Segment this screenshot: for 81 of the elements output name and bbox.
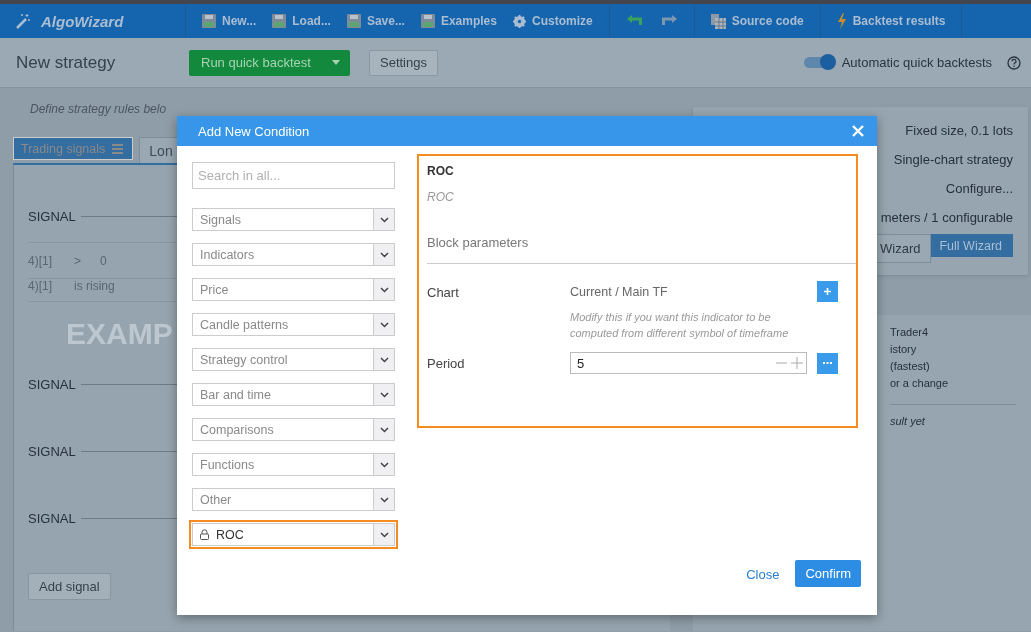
lightning-icon [836,13,847,29]
category-dropdown[interactable]: Strategy control [192,348,395,371]
lock-icon [200,529,209,540]
chevron-down-icon [379,216,389,223]
info-text: Trader4 [890,326,930,340]
info-text: (fastest) [890,360,931,374]
chevron-down-icon [379,356,389,363]
chevron-down-icon [379,286,389,293]
category-dropdown[interactable]: Signals [192,208,395,231]
redo-arrow-icon [659,15,678,27]
toolbar-button[interactable]: Examples [412,14,505,28]
chevron-down-icon [379,391,389,398]
category-dropdown[interactable]: Bar and time [192,383,395,406]
signal-label: SIGNAL [28,208,77,224]
parameter-value: Current / Main TF [570,284,669,299]
info-text: istory [890,343,918,357]
toolbar-button[interactable]: Load... [264,14,339,28]
chevron-down-icon [379,531,389,538]
toggle-label: Automatic quick backtests [841,55,992,70]
strategy-title: New strategy [16,52,117,73]
close-link[interactable]: Close [746,567,780,582]
more-button[interactable] [817,352,838,374]
category-dropdown[interactable]: Functions [192,453,395,476]
condition-text: 4)[1] [28,253,53,268]
condition-text: > [74,253,82,268]
category-dropdown[interactable]: Candle patterns [192,313,395,336]
plus-icon [824,288,831,295]
info-text: or a change [890,377,950,391]
parameter-label: Chart [427,284,460,302]
toolbar-button[interactable]: New... [194,14,265,28]
settings-text: meters / 1 configurable [880,209,1013,227]
category-dropdown[interactable]: Indicators [192,243,395,266]
settings-text: Single-chart strategy [893,151,1013,169]
magic-wand-icon [15,13,31,29]
caret-icon [332,60,340,65]
section-heading: Block parameters [427,235,530,250]
search-field[interactable]: Search in all... [192,162,395,189]
category-dropdown[interactable]: Other [192,488,395,511]
wizard-button[interactable]: Full Wizard [931,234,1013,257]
settings-button[interactable]: Settings [369,49,438,76]
add-button[interactable] [817,281,838,302]
stepper-icon [776,357,803,369]
category-dropdown[interactable]: ROC [192,523,395,546]
toolbar-button[interactable]: Backtest results [828,13,954,29]
chevron-down-icon [379,461,389,468]
category-dropdown[interactable]: Comparisons [192,418,395,441]
toolbar-button[interactable]: Customize [505,14,601,28]
condition-text: 4)[1] [28,279,53,293]
confirm-button[interactable]: Confirm [795,560,861,587]
rules-intro-text: Define strategy rules belo [29,101,168,118]
settings-text: Configure... [945,180,1013,198]
parameter-label: Period [427,355,466,373]
settings-text: Fixed size, 0.1 lots [905,122,1013,140]
signal-label: SIGNAL [28,443,77,459]
add-signal-button[interactable]: Add signal [28,573,111,600]
block-name: ROC [427,164,455,178]
chevron-down-icon [379,426,389,433]
chevron-down-icon [379,496,389,503]
table-icon [710,13,726,29]
chevron-down-icon [379,251,389,258]
gear-icon [513,14,526,28]
signal-label: SIGNAL [28,510,77,526]
toolbar-button[interactable]: Save... [338,14,413,28]
result-text: sult yet [890,415,926,427]
condition-text: is rising [74,279,115,293]
close-icon[interactable] [852,125,864,137]
parameter-hint: Modify this if you want this indicator to be computed from different symbol of timeframe [570,310,790,341]
condition-text: 0 [100,253,107,268]
category-dropdown[interactable]: Price [192,278,395,301]
help-icon[interactable] [1007,55,1021,70]
dialog-title: Add New Condition [198,123,311,139]
toolbar-button[interactable]: Source code [702,13,812,29]
chevron-down-icon [379,321,389,328]
app-logo: AlgoWizard [41,12,124,30]
block-subtitle: ROC [427,190,455,204]
undo-arrow-icon [625,15,644,27]
run-backtest-button[interactable]: Run quick backtest [189,49,350,76]
toggle-switch[interactable] [803,57,834,68]
menu-icon [112,143,124,154]
signal-label: SIGNAL [28,376,77,392]
number-field[interactable]: 5 [570,352,807,374]
